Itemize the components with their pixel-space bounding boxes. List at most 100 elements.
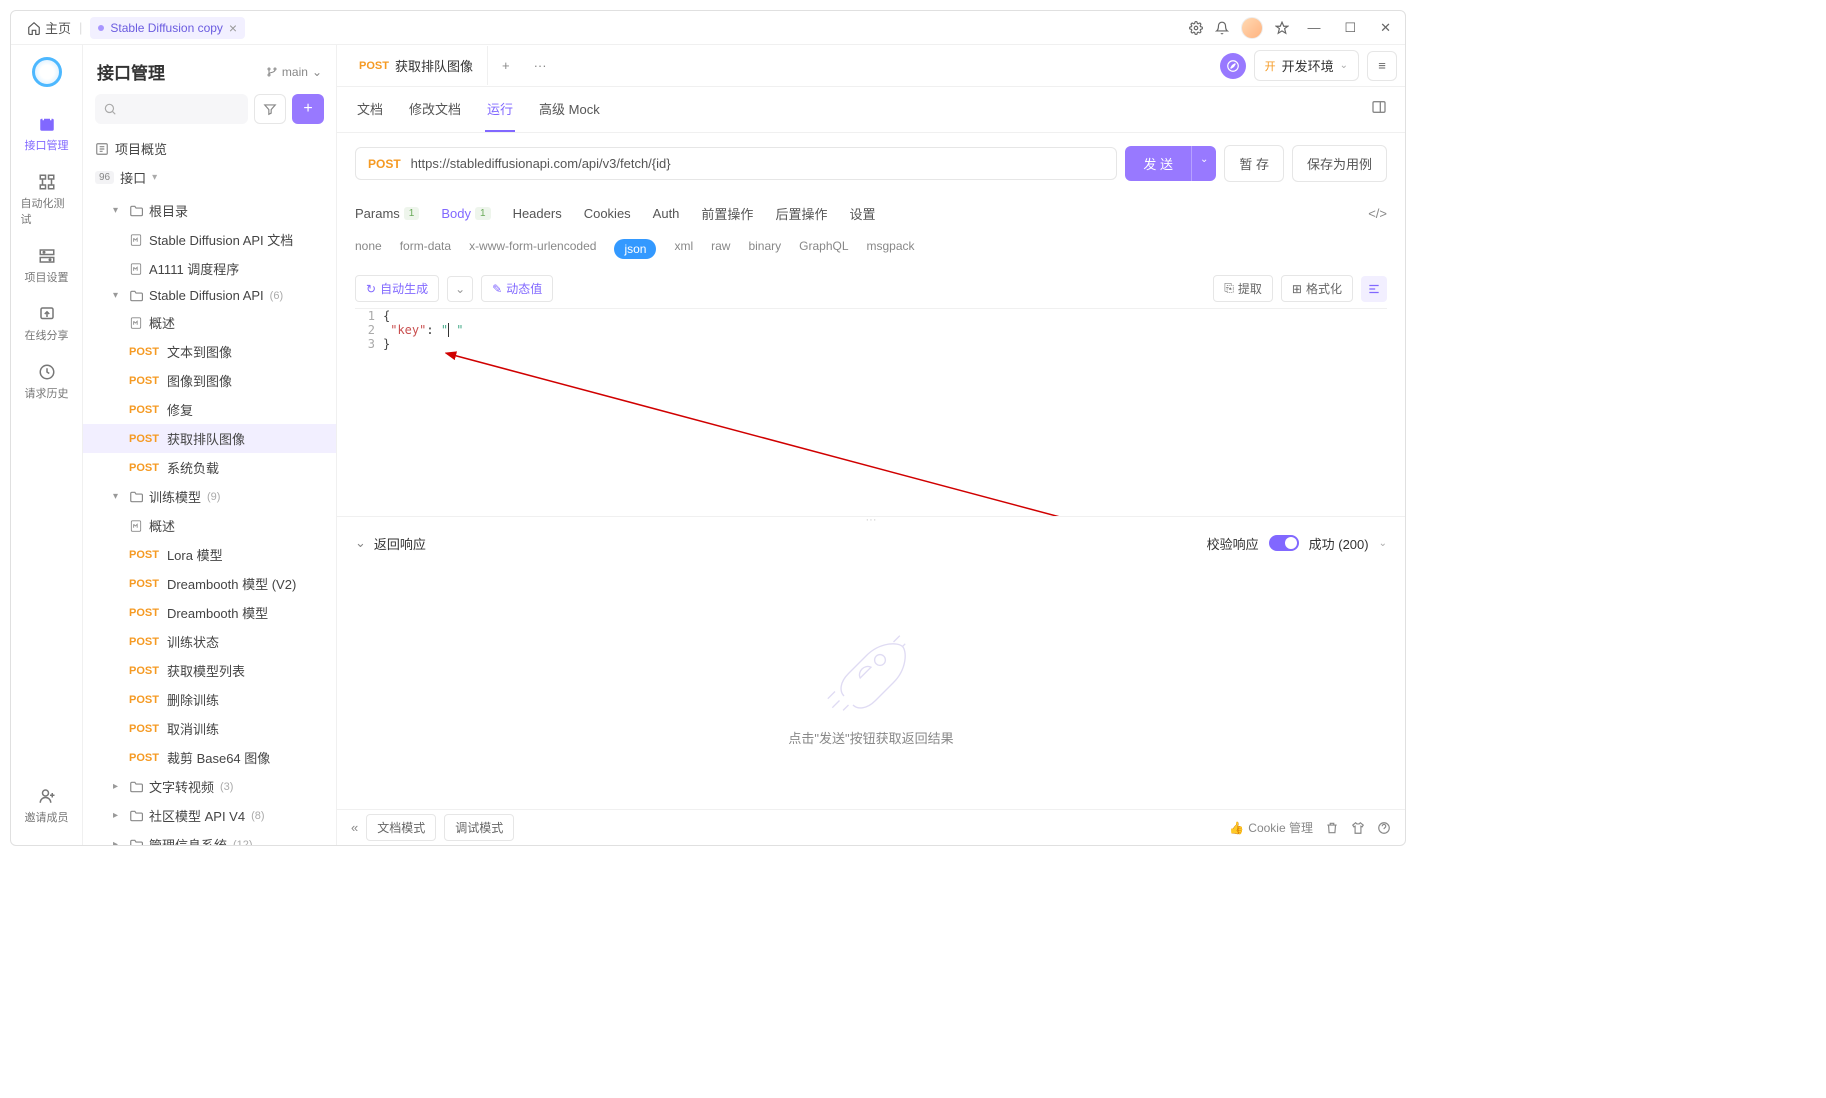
cookie-manage-button[interactable]: 👍 Cookie 管理 [1229, 819, 1313, 836]
code-view-button[interactable]: </> [1368, 206, 1387, 221]
url-box[interactable]: POST https://stablediffusionapi.com/api/… [355, 147, 1117, 180]
doc-mode-button[interactable]: 文档模式 [366, 814, 436, 841]
json-editor[interactable]: 1{2 "key": " "3} [355, 308, 1387, 516]
tree-item[interactable]: POST系统负载 [83, 453, 336, 482]
home-button[interactable]: 主页 [19, 14, 79, 41]
add-button[interactable]: + [292, 94, 324, 124]
rail-automation[interactable]: 自动化测试 [17, 165, 77, 235]
minimize-button[interactable]: — [1301, 18, 1326, 37]
rail-history[interactable]: 请求历史 [17, 355, 77, 409]
tree-item[interactable]: ▸文字转视频(3) [83, 772, 336, 801]
auto-gen-button[interactable]: ↻ 自动生成 [355, 275, 439, 302]
gear-icon[interactable] [1189, 21, 1203, 35]
tab-more-button[interactable]: ··· [524, 58, 557, 73]
menu-button[interactable]: ≡ [1367, 51, 1397, 81]
tab-add-button[interactable]: + [488, 58, 524, 73]
subtab-3[interactable]: 高级 Mock [537, 87, 602, 132]
tree-item[interactable]: 概述 [83, 511, 336, 540]
project-tab[interactable]: Stable Diffusion copy × [90, 17, 245, 39]
tree-item[interactable]: POST取消训练 [83, 714, 336, 743]
body-type-form-data[interactable]: form-data [400, 239, 451, 259]
split-view-button[interactable] [1371, 87, 1387, 132]
close-button[interactable]: ✕ [1374, 18, 1397, 38]
shirt-icon[interactable] [1351, 821, 1365, 835]
tree-item[interactable]: A1111 调度程序 [83, 254, 336, 283]
close-icon[interactable]: × [229, 20, 237, 36]
tree-item[interactable]: ▾根目录 [83, 196, 336, 225]
body-type-none[interactable]: none [355, 239, 382, 259]
tree-item[interactable]: POST图像到图像 [83, 366, 336, 395]
rail-invite[interactable]: 邀请成员 [17, 779, 77, 833]
send-dropdown[interactable]: ⌄ [1191, 146, 1216, 181]
body-type-x-www-form-urlencoded[interactable]: x-www-form-urlencoded [469, 239, 596, 259]
tree-item[interactable]: ▾训练模型(9) [83, 482, 336, 511]
project-overview[interactable]: 项目概览 [83, 134, 336, 163]
dynamic-button[interactable]: ✎ 动态值 [481, 275, 553, 302]
tree-item[interactable]: Stable Diffusion API 文档 [83, 225, 336, 254]
param-tab-7[interactable]: 设置 [849, 194, 875, 233]
send-button[interactable]: 发 送 [1125, 146, 1191, 181]
tree-item[interactable]: POSTDreambooth 模型 (V2) [83, 569, 336, 598]
param-tab-2[interactable]: Headers [513, 196, 562, 231]
check-response-toggle[interactable] [1269, 535, 1299, 551]
subtab-2[interactable]: 运行 [485, 87, 515, 132]
param-tab-3[interactable]: Cookies [584, 196, 631, 231]
body-type-binary[interactable]: binary [748, 239, 781, 259]
env-selector[interactable]: 开 开发环境 ⌄ [1254, 50, 1359, 81]
tree-item[interactable]: POST训练状态 [83, 627, 336, 656]
param-tab-4[interactable]: Auth [653, 196, 680, 231]
save-temp-button[interactable]: 暂 存 [1224, 145, 1284, 182]
filter-button[interactable] [254, 94, 286, 124]
collapse-footer-button[interactable]: « [351, 820, 358, 835]
api-root[interactable]: 96 接口 ▾ [83, 163, 336, 192]
tree-item[interactable]: POST修复 [83, 395, 336, 424]
tree-item[interactable]: ▾Stable Diffusion API(6) [83, 283, 336, 308]
tree-item[interactable]: POST文本到图像 [83, 337, 336, 366]
response-resize-handle[interactable]: ··· [337, 516, 1405, 524]
chevron-down-icon[interactable]: ⌄ [1379, 538, 1387, 549]
body-type-GraphQL[interactable]: GraphQL [799, 239, 848, 259]
format-button[interactable]: ⊞ 格式化 [1281, 275, 1353, 302]
bell-icon[interactable] [1215, 21, 1229, 35]
extract-button[interactable]: ⎘ 提取 [1213, 275, 1273, 302]
save-case-button[interactable]: 保存为用例 [1292, 145, 1387, 182]
body-type-xml[interactable]: xml [674, 239, 693, 259]
response-status[interactable]: 成功 (200) [1309, 534, 1369, 553]
debug-mode-button[interactable]: 调试模式 [444, 814, 514, 841]
param-tab-1[interactable]: Body1 [441, 196, 490, 231]
content-tab-active[interactable]: POST 获取排队图像 [345, 46, 488, 85]
trash-icon[interactable] [1325, 821, 1339, 835]
body-type-json[interactable]: json [614, 239, 656, 259]
rail-project-settings[interactable]: 项目设置 [17, 239, 77, 293]
md-icon [129, 519, 143, 533]
param-tab-5[interactable]: 前置操作 [701, 194, 753, 233]
body-type-msgpack[interactable]: msgpack [867, 239, 915, 259]
rail-share[interactable]: 在线分享 [17, 297, 77, 351]
tree-item[interactable]: POST获取模型列表 [83, 656, 336, 685]
help-icon[interactable] [1377, 821, 1391, 835]
toggle-panel-button[interactable] [1361, 276, 1387, 302]
tree-item[interactable]: POST裁剪 Base64 图像 [83, 743, 336, 772]
env-indicator[interactable] [1220, 53, 1246, 79]
chevron-down-icon[interactable]: ⌄ [355, 535, 366, 551]
tree-item[interactable]: POSTLora 模型 [83, 540, 336, 569]
param-tab-0[interactable]: Params1 [355, 196, 419, 231]
tree-item[interactable]: POST删除训练 [83, 685, 336, 714]
maximize-button[interactable]: ☐ [1338, 18, 1362, 38]
body-type-raw[interactable]: raw [711, 239, 730, 259]
app-logo[interactable] [32, 57, 62, 87]
subtab-1[interactable]: 修改文档 [407, 87, 463, 132]
subtab-0[interactable]: 文档 [355, 87, 385, 132]
tree-item[interactable]: POST获取排队图像 [83, 424, 336, 453]
branch-selector[interactable]: main ⌄ [266, 65, 322, 79]
tree-item[interactable]: POSTDreambooth 模型 [83, 598, 336, 627]
pin-icon[interactable] [1275, 21, 1289, 35]
tree-item[interactable]: ▸管理信息系统(12) [83, 830, 336, 845]
tree-item[interactable]: 概述 [83, 308, 336, 337]
param-tab-6[interactable]: 后置操作 [775, 194, 827, 233]
avatar[interactable] [1241, 17, 1263, 39]
rail-api-management[interactable]: 接口管理 [17, 107, 77, 161]
search-input[interactable] [95, 94, 248, 124]
auto-gen-dropdown[interactable]: ⌄ [447, 276, 473, 302]
tree-item[interactable]: ▸社区模型 API V4(8) [83, 801, 336, 830]
